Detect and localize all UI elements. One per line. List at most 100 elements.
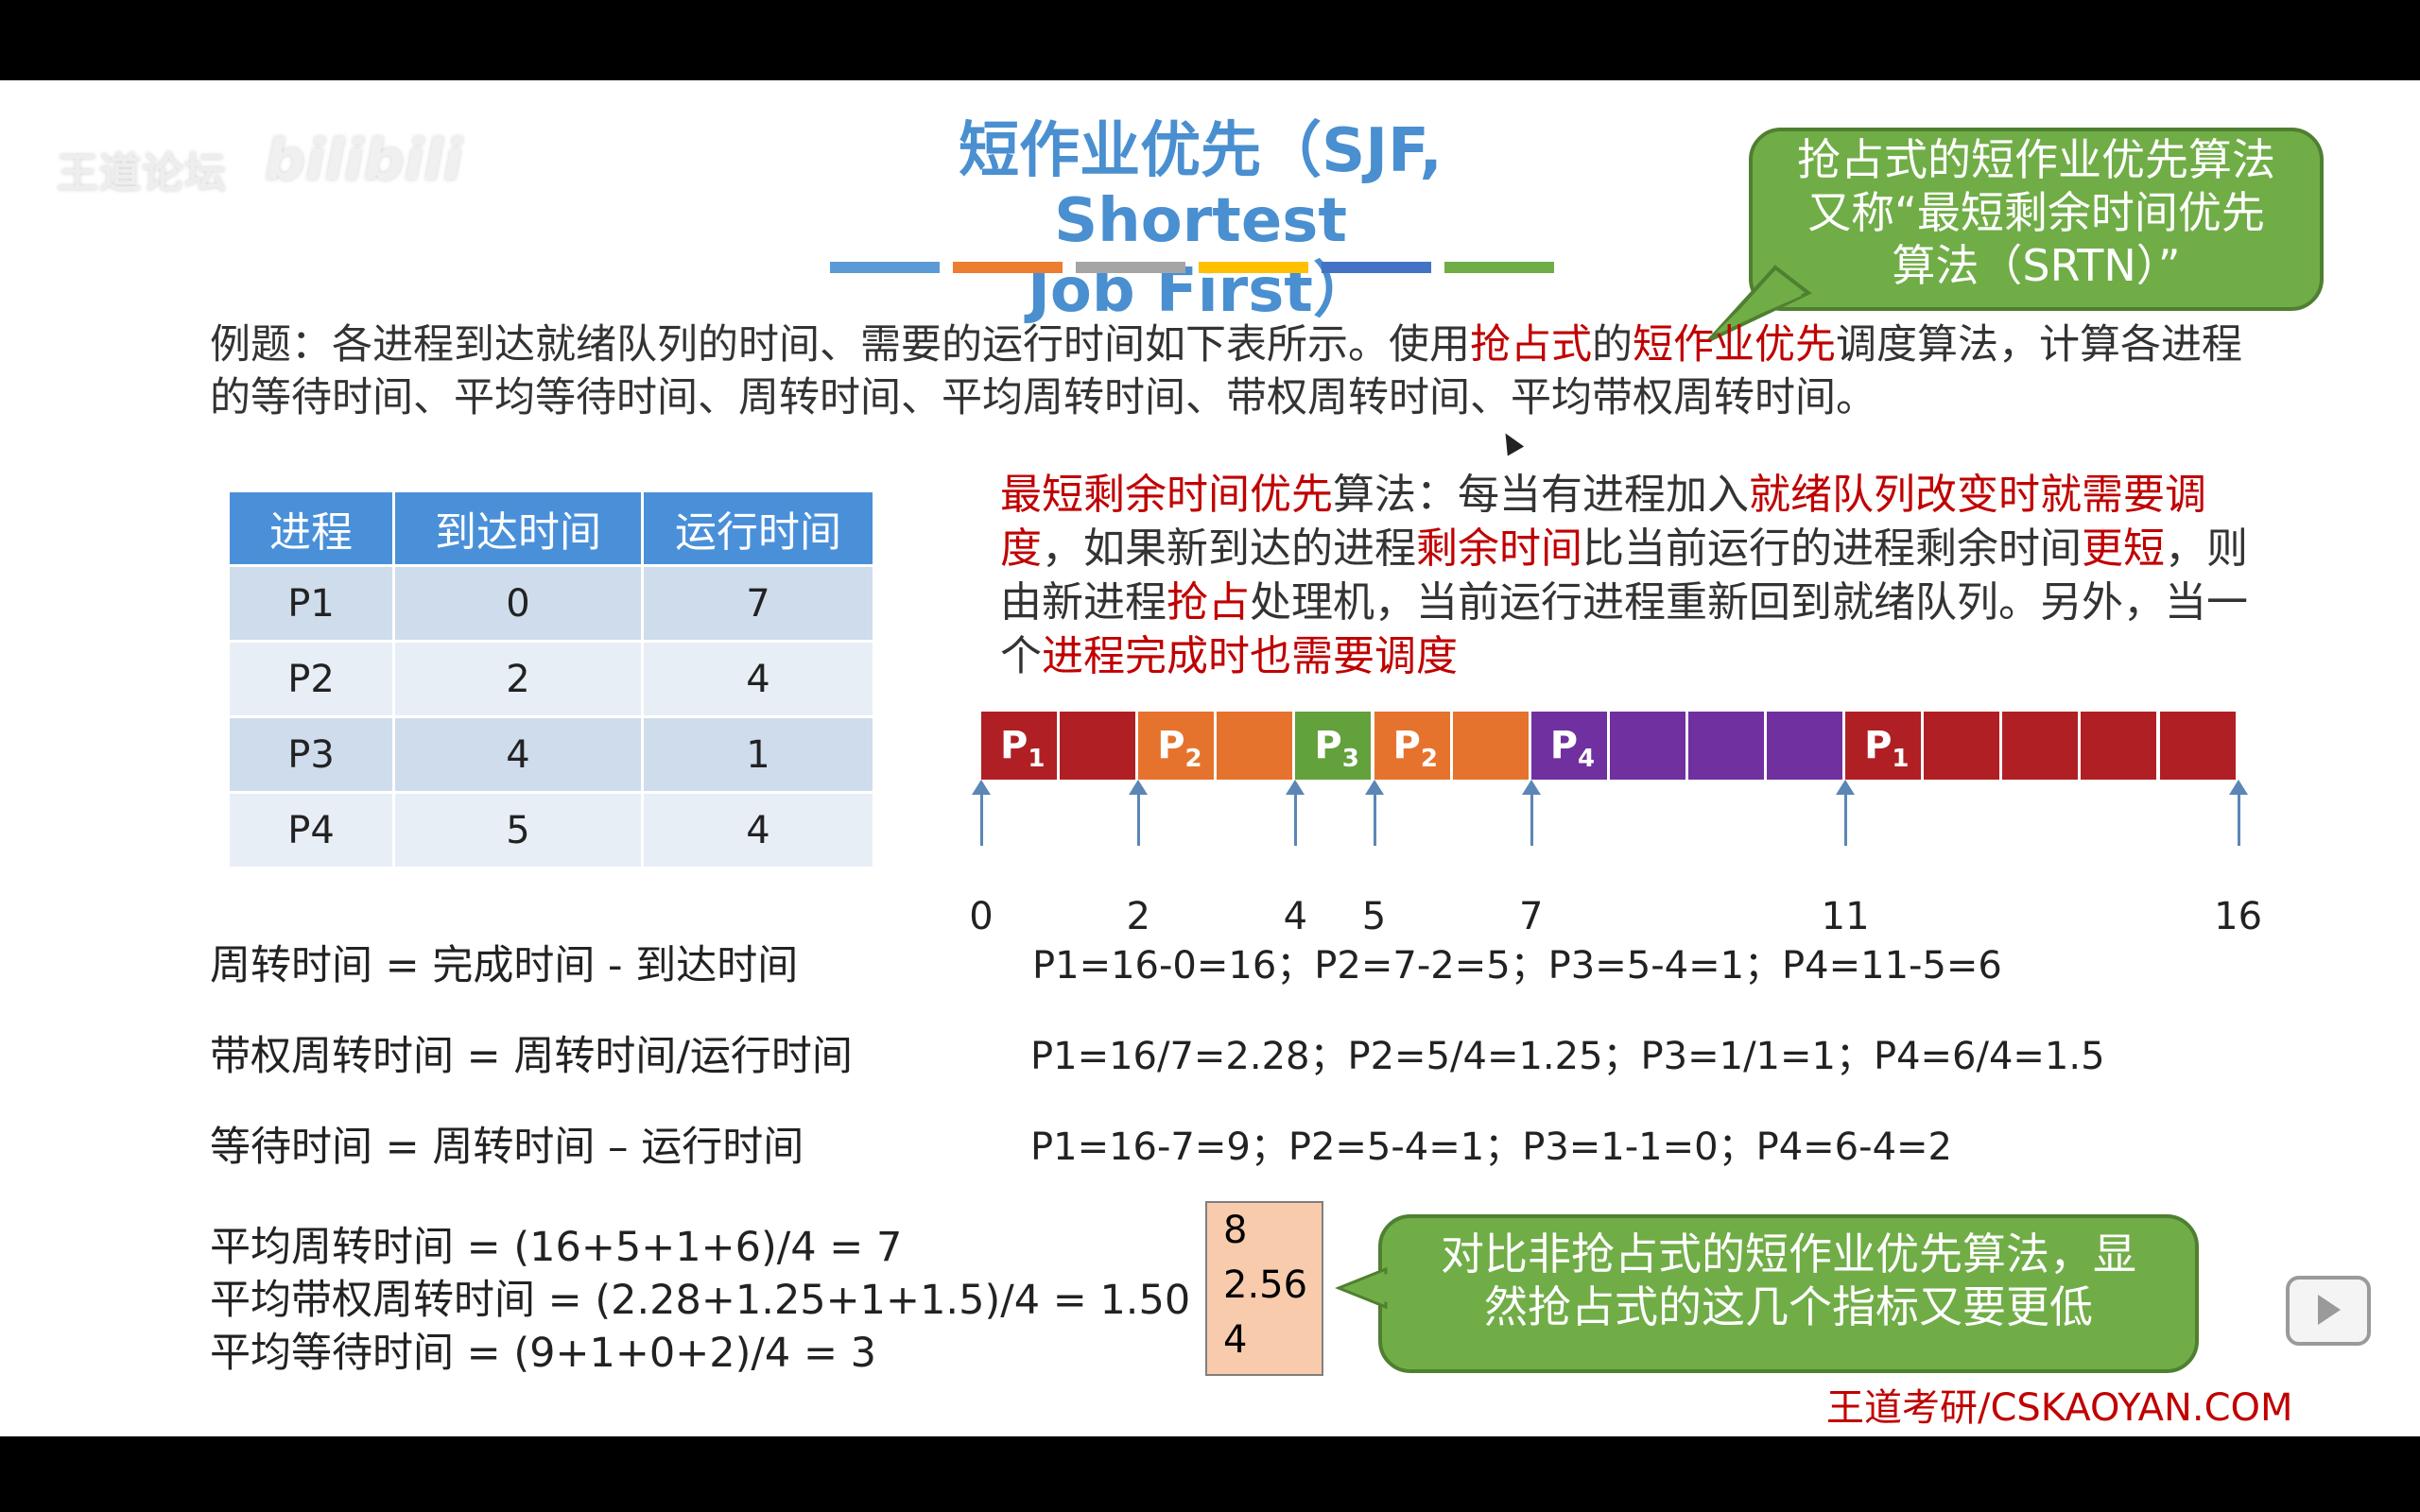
formula-turnaround: 周转时间 = 完成时间 - 到达时间 — [210, 942, 799, 989]
comparison-value: 2.56 — [1223, 1263, 1308, 1307]
callout-line: 算法（SRTN）” — [1892, 240, 2181, 291]
title-bar-segment — [1322, 262, 1431, 273]
table-cell: P1 — [227, 564, 395, 643]
callout-line: 抢占式的短作业优先算法 — [1797, 134, 2275, 185]
gantt-cell: P2 — [1374, 712, 1453, 780]
srtn-highlight: 剩余时间 — [1416, 524, 1582, 573]
srtn-part: 比当前运行的进程剩余时间 — [1582, 524, 2082, 573]
table-row: P3 4 1 — [227, 715, 875, 794]
column-header: 到达时间 — [392, 490, 644, 567]
table-row: P2 2 4 — [227, 640, 875, 718]
calc-turnaround: P1=16-0=16；P2=7-2=5；P3=5-4=1；P4=11-5=6 — [1032, 944, 2002, 988]
question-part: 例题：各进程到达就绪队列的时间、需要的运行时间如下表所示。使用 — [210, 321, 1470, 369]
callout-line: 对比非抢占式的短作业优先算法，显 — [1441, 1228, 2136, 1280]
formula-waiting: 等待时间 = 周转时间 – 运行时间 — [210, 1124, 804, 1171]
gantt-cell: P4 — [1530, 712, 1610, 780]
comparison-box: 8 2.56 4 — [1205, 1201, 1323, 1376]
timeline-tick-label: 5 — [1361, 895, 1387, 938]
question-text: 例题：各进程到达就绪队列的时间、需要的运行时间如下表所示。使用抢占式的短作业优先… — [210, 318, 2252, 424]
callout-line: 然抢占式的这几个指标又要更低 — [1484, 1281, 2093, 1332]
question-highlight: 短作业优先 — [1633, 321, 1836, 369]
srtn-highlight: 最短剩余时间优先 — [1000, 471, 1333, 519]
srtn-part: ，如果新到达的进程 — [1042, 524, 1416, 573]
timeline-tick-arrow — [2228, 780, 2248, 846]
mouse-cursor-icon — [1496, 428, 1525, 456]
gantt-cell — [1767, 712, 1846, 780]
timeline-tick-label: 4 — [1283, 895, 1308, 938]
timeline-tick-label: 7 — [1518, 895, 1544, 938]
gantt-cell — [1217, 712, 1296, 780]
gantt-process-subscript: 2 — [1420, 745, 1438, 773]
gantt-process-subscript: 4 — [1578, 745, 1596, 773]
gantt-cell: P1 — [981, 712, 1061, 780]
gantt-process-subscript: 2 — [1184, 745, 1202, 773]
gantt-process-label: P2 — [1392, 724, 1438, 773]
gantt-process-label: P3 — [1314, 724, 1359, 773]
column-header: 运行时间 — [641, 490, 875, 567]
gantt-process-subscript: 1 — [1892, 745, 1910, 773]
gantt-process-subscript: 3 — [1341, 745, 1359, 773]
table-cell: P4 — [227, 791, 395, 869]
slide: 王道论坛 bilibili 短作业优先（SJF, Shortest Job Fi… — [0, 80, 2420, 1436]
srtn-highlight: 抢占 — [1167, 578, 1250, 627]
gantt-process-label: P2 — [1157, 724, 1202, 773]
gantt-cell — [2002, 712, 2082, 780]
question-part: 的 — [1592, 321, 1633, 369]
table-cell: 4 — [392, 715, 644, 794]
calc-weighted: P1=16/7=2.28；P2=5/4=1.25；P3=1/1=1；P4=6/4… — [1030, 1035, 2105, 1078]
timeline-tick-label: 16 — [2214, 895, 2263, 938]
gantt-cell — [1452, 712, 1531, 780]
question-highlight: 抢占式 — [1470, 321, 1592, 369]
gantt-cell: P2 — [1138, 712, 1218, 780]
table-cell: 0 — [392, 564, 644, 643]
table-cell: 4 — [641, 791, 875, 869]
table-cell: 5 — [392, 791, 644, 869]
brand-footer: 王道考研/CSKAOYAN.COM — [1826, 1386, 2293, 1430]
gantt-cell: P1 — [1845, 712, 1925, 780]
srtn-part: 算法：每当有进程加入 — [1333, 471, 1749, 519]
timeline-tick-label: 11 — [1821, 895, 1870, 938]
title-bar-segment — [830, 262, 940, 273]
callout-pointer — [1335, 1266, 1390, 1310]
gantt-process-label: P4 — [1549, 724, 1596, 773]
table-cell: P2 — [227, 640, 395, 718]
table-cell: 1 — [641, 715, 875, 794]
gantt-cell — [2081, 712, 2160, 780]
table-cell: 2 — [392, 640, 644, 718]
title-line-1: 短作业优先（SJF, Shortest — [959, 116, 1443, 256]
timeline-tick-label: 2 — [1126, 895, 1150, 938]
calc-waiting: P1=16-7=9；P2=5-4=1；P3=1-1=0；P4=6-4=2 — [1030, 1125, 1952, 1169]
gantt-process-label: P1 — [1000, 724, 1046, 773]
table-header-row: 进程 到达时间 运行时间 — [227, 490, 875, 567]
watermark-text: 王道论坛 — [57, 149, 227, 198]
column-header: 进程 — [227, 490, 395, 567]
table-row: P4 5 4 — [227, 791, 875, 869]
table-cell: 7 — [641, 564, 875, 643]
title-bar-segment — [1444, 262, 1554, 273]
table-row: P1 0 7 — [227, 564, 875, 643]
comparison-value: 4 — [1223, 1318, 1248, 1362]
timeline-tick-arrow — [1286, 780, 1305, 846]
gantt-cell: P3 — [1295, 712, 1374, 780]
avg-turnaround: 平均周转时间 = (16+5+1+6)/4 = 7 — [210, 1224, 903, 1271]
gantt-process-subscript: 1 — [1028, 745, 1046, 773]
formula-weighted: 带权周转时间 = 周转时间/运行时间 — [210, 1033, 853, 1080]
callout-line: 又称“最短剩余时间优先 — [1807, 187, 2265, 238]
timeline-tick-arrow — [1129, 780, 1149, 846]
gantt-cell — [1924, 712, 2003, 780]
gantt-cell — [1609, 712, 1688, 780]
gantt-cell — [1687, 712, 1767, 780]
gantt-cell — [1060, 712, 1139, 780]
table-cell: P3 — [227, 715, 395, 794]
callout-srtn-note: 抢占式的短作业优先算法 又称“最短剩余时间优先 算法（SRTN）” — [1749, 128, 2324, 311]
gantt-process-label: P1 — [1864, 724, 1910, 773]
play-icon[interactable] — [2286, 1276, 2371, 1346]
timeline-tick-arrow — [1836, 780, 1856, 846]
timeline-tick-label: 0 — [969, 895, 994, 938]
comparison-value: 8 — [1223, 1209, 1248, 1252]
process-table: 进程 到达时间 运行时间 P1 0 7 P2 2 4 P3 4 1 P4 5 4 — [227, 490, 875, 869]
avg-waiting: 平均等待时间 = (9+1+0+2)/4 = 3 — [210, 1330, 877, 1377]
avg-weighted: 平均带权周转时间 = (2.28+1.25+1+1.5)/4 = 1.50 — [210, 1277, 1191, 1324]
title-bar-segment — [953, 262, 1063, 273]
gantt-cell — [2159, 712, 2238, 780]
